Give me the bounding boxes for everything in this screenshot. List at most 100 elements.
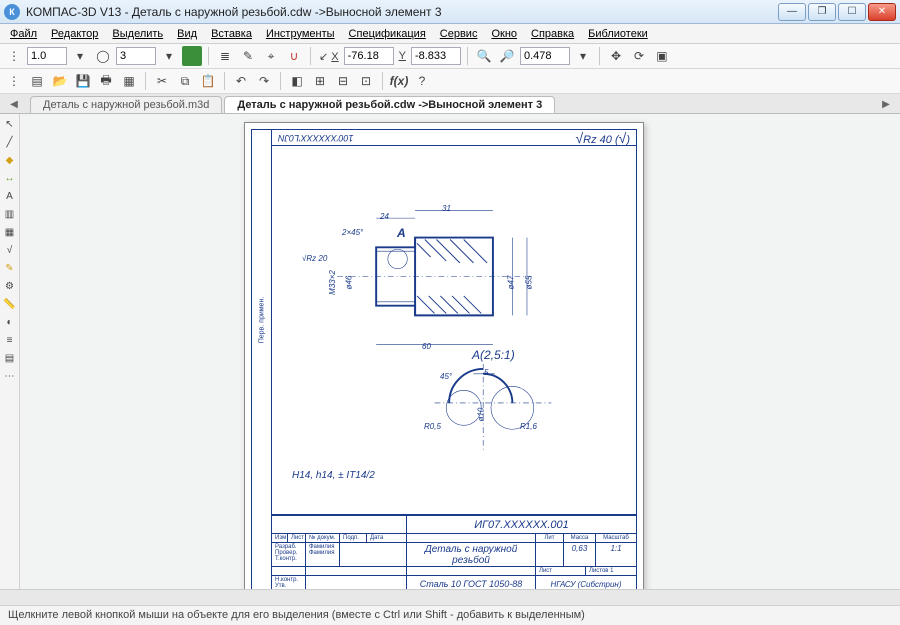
dim-d46: ø46	[344, 276, 353, 290]
color-swatch-icon[interactable]	[182, 46, 202, 66]
mirror-icon[interactable]: ◧	[287, 71, 307, 91]
grip-icon: ⋮	[4, 71, 24, 91]
toolbar-standard: ⋮ ▤ 📂 💾 🖶 ▦ ✂ ⧉ 📋 ↶ ↷ ◧ ⊞ ⊟ ⊡ f(x) ?	[0, 69, 900, 94]
params-icon[interactable]: ⚙	[2, 278, 18, 294]
preview-icon[interactable]: ▦	[119, 71, 139, 91]
dropdown-icon[interactable]: ▾	[573, 46, 593, 66]
menu-service[interactable]: Сервис	[434, 26, 484, 42]
line-icon[interactable]: ╱	[2, 134, 18, 150]
close-button[interactable]	[868, 3, 896, 21]
toolbar-properties: ⋮ ▾ ◯ ▾ ≣ ✎ ⌖ ∪ ↙ X Y 🔍 🔎 ▾ ✥ ⟳ ▣	[0, 44, 900, 69]
paste-icon[interactable]: 📋	[198, 71, 218, 91]
tab-scroll-right-icon[interactable]: ▶	[878, 96, 894, 112]
rotate-icon[interactable]: ⟳	[629, 46, 649, 66]
horizontal-scrollbar[interactable]	[0, 589, 900, 605]
tb-designation: ИГ07.XXXXXX.001	[407, 516, 636, 534]
section-label: А	[397, 226, 406, 240]
menu-edit[interactable]: Редактор	[45, 26, 104, 42]
dropdown-icon[interactable]: ▾	[70, 46, 90, 66]
menu-spec[interactable]: Спецификация	[343, 26, 432, 42]
zoom-input[interactable]	[27, 47, 67, 65]
grip-icon: ⋮	[4, 46, 24, 66]
dropdown-icon[interactable]: ▾	[159, 46, 179, 66]
label-y: Y	[397, 50, 408, 62]
app-icon: К	[4, 4, 20, 20]
dimension-icon[interactable]: ↔	[2, 170, 18, 186]
dim-m33: M33×2	[328, 270, 337, 295]
menu-insert[interactable]: Вставка	[205, 26, 258, 42]
side-text: Перв. примен.	[258, 296, 265, 343]
cut-icon[interactable]: ✂	[152, 71, 172, 91]
reports-icon[interactable]: ▤	[2, 350, 18, 366]
roughness-icon[interactable]: √	[2, 242, 18, 258]
spec-icon[interactable]: ≡	[2, 332, 18, 348]
undo-icon[interactable]: ↶	[231, 71, 251, 91]
document-tabs: ◀ Деталь с наружной резьбой.m3d Деталь с…	[0, 94, 900, 114]
measure-icon[interactable]: 📏	[2, 296, 18, 312]
menu-libs[interactable]: Библиотеки	[582, 26, 654, 42]
edit-icon[interactable]: ✎	[2, 260, 18, 276]
move-icon[interactable]: ✥	[606, 46, 626, 66]
print-icon[interactable]: 🖶	[96, 71, 116, 91]
dim-24: 24	[380, 212, 389, 221]
binding-margin: Перв. примен.	[251, 129, 271, 589]
menu-tools[interactable]: Инструменты	[260, 26, 341, 42]
new-icon[interactable]: ▤	[27, 71, 47, 91]
menu-file[interactable]: Файл	[4, 26, 43, 42]
snap-icon[interactable]: ⌖	[261, 46, 281, 66]
save-icon[interactable]: 💾	[73, 71, 93, 91]
window-title: КОМПАС-3D V13 - Деталь с наружной резьбо…	[26, 5, 778, 19]
layer-circle-icon[interactable]: ◯	[93, 46, 113, 66]
menu-view[interactable]: Вид	[171, 26, 203, 42]
dim-d47: ø47	[506, 276, 515, 290]
extend-icon[interactable]: ⊡	[356, 71, 376, 91]
magnet-icon[interactable]: ∪	[284, 46, 304, 66]
cursor-icon[interactable]: ↖	[2, 116, 18, 132]
tab-model[interactable]: Деталь с наружной резьбой.m3d	[30, 96, 222, 113]
table-icon[interactable]: ▦	[2, 224, 18, 240]
fit-icon[interactable]: ▣	[652, 46, 672, 66]
zoom-out-icon[interactable]: 🔎	[497, 46, 517, 66]
tab-scroll-left-icon[interactable]: ◀	[6, 96, 22, 112]
main-area: ↖ ╱ ◆ ↔ A ▥ ▦ √ ✎ ⚙ 📏 ◐ ≡ ▤ ⋯ Перв. прим…	[0, 114, 900, 589]
restore-button[interactable]	[808, 3, 836, 21]
pencil-icon[interactable]: ✎	[238, 46, 258, 66]
geometry-icon[interactable]: ◆	[2, 152, 18, 168]
menu-window[interactable]: Окно	[485, 26, 523, 42]
help-icon[interactable]: ?	[412, 71, 432, 91]
array-icon[interactable]: ⊞	[310, 71, 330, 91]
detail-5: 5	[484, 368, 488, 377]
scale-input[interactable]	[520, 47, 570, 65]
coord-y-input[interactable]	[411, 47, 461, 65]
global-roughness: √Rz 40 (√)	[575, 130, 630, 146]
zoom-in-icon[interactable]: 🔍	[474, 46, 494, 66]
detail-label: А(2,5:1)	[472, 348, 515, 362]
menubar: Файл Редактор Выделить Вид Вставка Инстр…	[0, 24, 900, 44]
status-bar: Щелкните левой кнопкой мыши на объекте д…	[0, 605, 900, 625]
variables-icon[interactable]: f(x)	[389, 71, 409, 91]
drawing-canvas[interactable]: Перв. примен. 100'XXXXXX'L0JN √Rz 40 (√)	[20, 114, 900, 589]
window-buttons	[778, 3, 896, 21]
redo-icon[interactable]: ↷	[254, 71, 274, 91]
open-icon[interactable]: 📂	[50, 71, 70, 91]
hatch-icon[interactable]: ▥	[2, 206, 18, 222]
detail-r16: R1,6	[520, 422, 537, 431]
menu-select[interactable]: Выделить	[106, 26, 169, 42]
text-icon[interactable]: A	[2, 188, 18, 204]
detail-45: 45°	[440, 372, 452, 381]
menu-help[interactable]: Справка	[525, 26, 580, 42]
tab-drawing[interactable]: Деталь с наружной резьбой.cdw ->Выносной…	[224, 96, 555, 113]
minimize-button[interactable]	[778, 3, 806, 21]
side-toolbar: ↖ ╱ ◆ ↔ A ▥ ▦ √ ✎ ⚙ 📏 ◐ ≡ ▤ ⋯	[0, 114, 20, 589]
layer-input[interactable]	[116, 47, 156, 65]
highlight-icon[interactable]: ◐	[2, 314, 18, 330]
trim-icon[interactable]: ⊟	[333, 71, 353, 91]
drawing-sheet: Перв. примен. 100'XXXXXX'L0JN √Rz 40 (√)	[244, 122, 644, 589]
layers-icon[interactable]: ≣	[215, 46, 235, 66]
titlebar: К КОМПАС-3D V13 - Деталь с наружной резь…	[0, 0, 900, 24]
coord-x-input[interactable]	[344, 47, 394, 65]
dim-31: 31	[442, 204, 451, 213]
misc-icon[interactable]: ⋯	[2, 368, 18, 384]
copy-icon[interactable]: ⧉	[175, 71, 195, 91]
maximize-button[interactable]	[838, 3, 866, 21]
